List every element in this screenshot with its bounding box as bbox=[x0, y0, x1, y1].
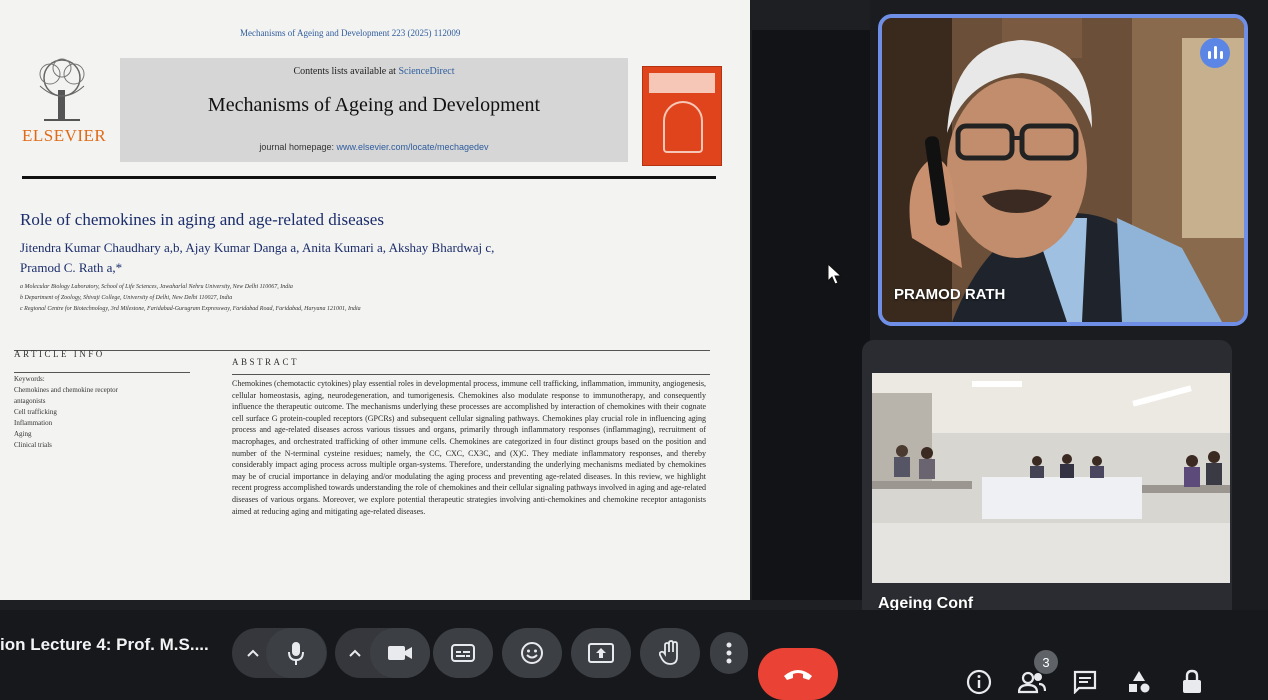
more-icon bbox=[726, 642, 732, 664]
journal-citation: Mechanisms of Ageing and Development 223… bbox=[240, 28, 461, 38]
keyword-item: Keywords: bbox=[14, 375, 45, 383]
video-options-button[interactable] bbox=[338, 628, 372, 678]
abstract-text: Chemokines (chemotactic cytokines) play … bbox=[232, 379, 706, 516]
journal-name: Mechanisms of Ageing and Development bbox=[207, 94, 541, 116]
keyword-item: antagonists bbox=[14, 397, 46, 405]
header-divider bbox=[22, 176, 716, 179]
captions-button[interactable] bbox=[433, 628, 493, 678]
speaking-indicator-icon bbox=[1200, 38, 1230, 68]
end-call-icon bbox=[784, 670, 812, 680]
affiliations: a Molecular Biology Laboratory, School o… bbox=[20, 282, 361, 315]
journal-cover-image bbox=[642, 66, 722, 166]
camera-button[interactable] bbox=[370, 628, 430, 678]
abstract-heading: ABSTRACT bbox=[232, 357, 300, 367]
lock-icon bbox=[1183, 669, 1201, 693]
present-screen-button[interactable] bbox=[571, 628, 631, 678]
keyword-item: Chemokines and chemokine receptor bbox=[14, 386, 118, 394]
sciencedirect-link: ScienceDirect bbox=[398, 66, 455, 77]
author-list: Jitendra Kumar Chaudhary a,b, Ajay Kumar… bbox=[20, 238, 620, 278]
emoji-icon bbox=[521, 642, 543, 664]
authors-line-2: Pramod C. Rath a,* bbox=[20, 260, 123, 275]
leave-call-button[interactable] bbox=[758, 648, 838, 700]
authors-line-1: Jitendra Kumar Chaudhary a,b, Ajay Kumar… bbox=[20, 240, 495, 255]
contents-line: Contents lists available at ScienceDirec… bbox=[120, 66, 628, 77]
chat-button[interactable] bbox=[1071, 668, 1099, 696]
participant-video bbox=[882, 18, 1244, 322]
people-icon bbox=[1018, 671, 1046, 694]
paper-title: Role of chemokines in aging and age-rela… bbox=[20, 210, 384, 229]
elsevier-logo: ELSEVIER bbox=[22, 54, 106, 148]
presentation-stage: Mechanisms of Ageing and Development 223… bbox=[0, 0, 870, 610]
camera-icon bbox=[388, 646, 412, 660]
homepage-prefix: journal homepage: bbox=[259, 142, 337, 152]
participant-video bbox=[872, 373, 1230, 583]
contents-prefix: Contents lists available at bbox=[293, 66, 399, 77]
present-icon bbox=[588, 643, 614, 663]
affiliation-item: c Regional Centre for Biotechnology, 3rd… bbox=[20, 306, 361, 312]
journal-homepage: journal homepage: www.elsevier.com/locat… bbox=[120, 142, 628, 152]
activities-icon bbox=[1129, 671, 1150, 693]
publisher-name: ELSEVIER bbox=[22, 126, 107, 145]
keyword-item: Clinical trials bbox=[14, 441, 52, 449]
keyword-item: Cell trafficking bbox=[14, 408, 57, 416]
elsevier-tree-icon bbox=[39, 58, 85, 121]
raise-hand-button[interactable] bbox=[640, 628, 700, 678]
chevron-up-icon bbox=[349, 649, 361, 657]
shared-paper-slide: Mechanisms of Ageing and Development 223… bbox=[0, 0, 750, 600]
keyword-item: Aging bbox=[14, 430, 32, 438]
microphone-button[interactable] bbox=[266, 628, 326, 678]
audio-options-button[interactable] bbox=[236, 628, 270, 678]
journal-banner: Contents lists available at ScienceDirec… bbox=[120, 58, 628, 162]
affiliation-item: a Molecular Biology Laboratory, School o… bbox=[20, 284, 293, 290]
meeting-details-button[interactable] bbox=[965, 668, 993, 696]
homepage-url: www.elsevier.com/locate/mechagedev bbox=[336, 142, 489, 152]
keywords-list: Keywords: Chemokines and chemokine recep… bbox=[14, 374, 118, 451]
info-icon bbox=[966, 669, 992, 695]
participant-tile-pramod-rath[interactable]: PRAMOD RATH bbox=[878, 14, 1248, 326]
hand-icon bbox=[659, 640, 678, 665]
more-options-button[interactable] bbox=[710, 632, 748, 674]
microphone-icon bbox=[288, 642, 304, 665]
cursor-icon bbox=[827, 262, 843, 285]
captions-icon bbox=[451, 644, 475, 662]
activities-button[interactable] bbox=[1125, 668, 1153, 696]
people-button[interactable] bbox=[1018, 668, 1046, 696]
meeting-title: ion Lecture 4: Prof. M.S.... bbox=[0, 635, 209, 654]
chevron-up-icon bbox=[247, 649, 259, 657]
participant-tile-ageing-conf[interactable]: Ageing Conf bbox=[862, 340, 1232, 625]
affiliation-item: b Department of Zoology, Shivaji College… bbox=[20, 295, 233, 301]
reactions-button[interactable] bbox=[502, 628, 562, 678]
meeting-control-bar: ion Lecture 4: Prof. M.S.... 3 bbox=[0, 610, 1268, 700]
chat-icon bbox=[1073, 670, 1097, 694]
participant-name: PRAMOD RATH bbox=[894, 286, 1006, 303]
host-controls-button[interactable] bbox=[1178, 668, 1206, 696]
keyword-item: Inflammation bbox=[14, 419, 53, 427]
section-divider bbox=[14, 350, 710, 351]
article-info-heading: ARTICLE INFO bbox=[14, 349, 105, 359]
